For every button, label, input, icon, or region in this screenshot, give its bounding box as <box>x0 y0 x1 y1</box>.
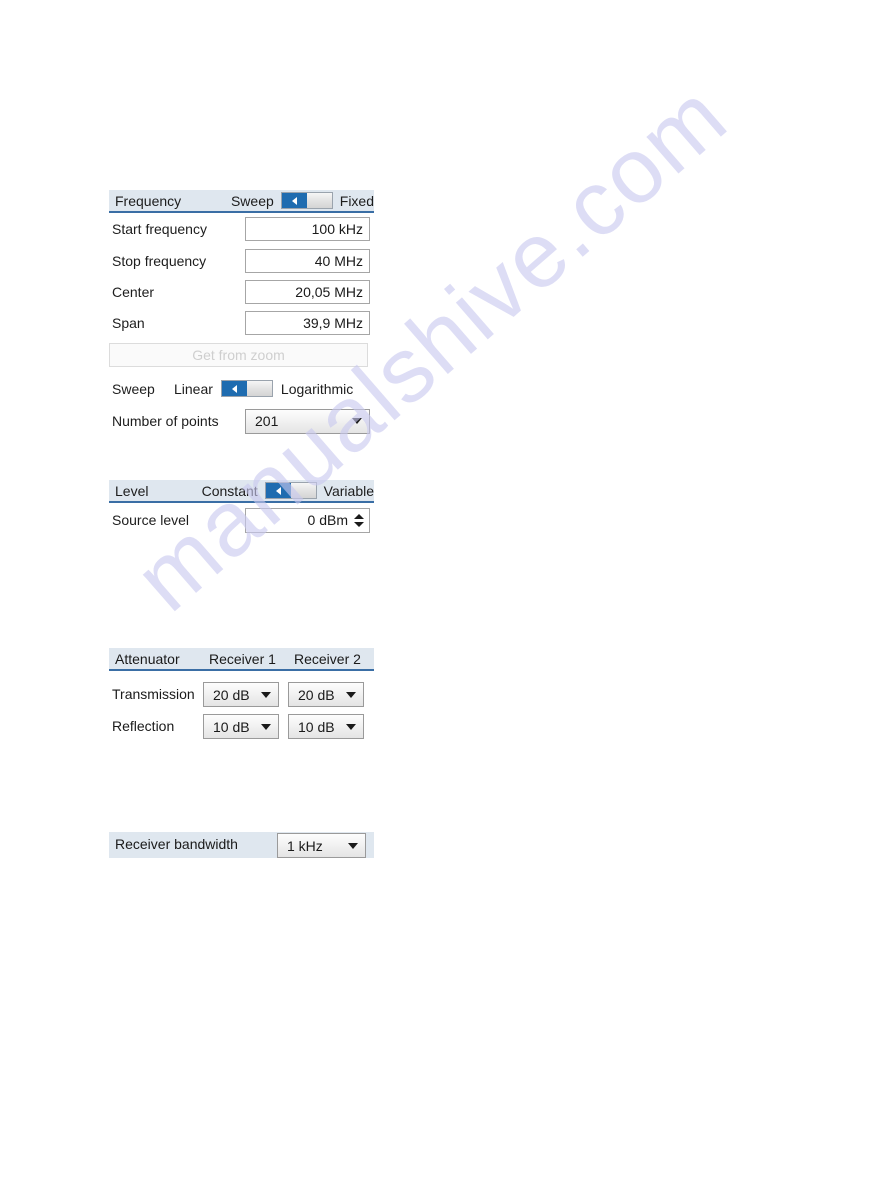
center-frequency-input[interactable]: 20,05 MHz <box>245 279 370 304</box>
level-mode-toggle-group: Constant Variable <box>202 482 374 499</box>
chevron-down-icon <box>346 691 356 698</box>
get-from-zoom-row: Get from zoom <box>109 338 374 372</box>
stop-frequency-input[interactable]: 40 MHz <box>245 248 370 273</box>
level-mode-toggle[interactable] <box>264 482 317 499</box>
start-frequency-input[interactable]: 100 kHz <box>245 217 370 241</box>
number-of-points-row: Number of points 201 <box>109 405 374 437</box>
toggle-track <box>246 381 272 396</box>
frequency-section-header: Frequency Sweep Fixed <box>109 190 374 213</box>
frequency-section: Frequency Sweep Fixed Start frequency 10… <box>109 190 374 437</box>
sweep-type-label: Sweep <box>112 380 155 397</box>
level-mode-left-label: Constant <box>201 482 258 499</box>
span-row: Span 39,9 MHz <box>109 307 374 338</box>
attenuator-column-receiver-1: Receiver 1 <box>209 651 276 667</box>
source-level-row: Source level 0 dBm <box>109 503 374 537</box>
center-frequency-label: Center <box>112 283 155 300</box>
attenuator-section-title: Attenuator <box>115 651 180 667</box>
attenuator-transmission-row: Transmission 20 dB 20 dB <box>109 680 374 712</box>
attenuator-reflection-label: Reflection <box>112 718 175 734</box>
stop-frequency-row: Stop frequency 40 MHz <box>109 245 374 276</box>
span-label: Span <box>112 314 145 331</box>
sweep-type-right-label: Logarithmic <box>280 380 354 397</box>
attenuator-column-receiver-2: Receiver 2 <box>294 651 361 667</box>
level-section-header: Level Constant Variable <box>109 480 374 503</box>
toggle-left-triangle-icon <box>231 384 237 393</box>
frequency-mode-toggle-group: Sweep Fixed <box>231 192 374 209</box>
start-frequency-row: Start frequency 100 kHz <box>109 213 374 245</box>
toggle-knob <box>281 193 307 208</box>
chevron-down-icon <box>348 842 358 849</box>
attenuator-transmission-receiver1-value: 20 dB <box>213 686 250 703</box>
chevron-down-icon <box>352 418 362 424</box>
toggle-left-triangle-icon <box>275 486 281 495</box>
attenuator-transmission-receiver1-dropdown[interactable]: 20 dB <box>203 682 279 707</box>
toggle-knob <box>265 483 291 498</box>
receiver-bandwidth-dropdown[interactable]: 1 kHz <box>277 833 366 858</box>
sweep-type-left-label: Linear <box>174 380 213 397</box>
stop-frequency-label: Stop frequency <box>112 252 207 269</box>
toggle-track <box>290 483 316 498</box>
attenuator-section: Attenuator Receiver 1 Receiver 2 Transmi… <box>109 648 374 744</box>
toggle-left-triangle-icon <box>291 196 297 205</box>
level-section-title: Level <box>115 482 149 499</box>
toggle-track <box>306 193 332 208</box>
attenuator-reflection-receiver2-dropdown[interactable]: 10 dB <box>288 714 364 739</box>
attenuator-reflection-receiver1-value: 10 dB <box>213 718 250 735</box>
settings-page: Frequency Sweep Fixed Start frequency 10… <box>0 0 893 1188</box>
frequency-mode-left-label: Sweep <box>230 192 274 209</box>
frequency-mode-toggle[interactable] <box>280 192 333 209</box>
attenuator-section-header: Attenuator Receiver 1 Receiver 2 <box>109 648 374 671</box>
level-section: Level Constant Variable Source level 0 d… <box>109 480 374 537</box>
center-frequency-row: Center 20,05 MHz <box>109 276 374 307</box>
attenuator-transmission-label: Transmission <box>112 686 195 702</box>
attenuator-transmission-receiver2-dropdown[interactable]: 20 dB <box>288 682 364 707</box>
sweep-type-toggle[interactable] <box>220 380 273 397</box>
attenuator-reflection-receiver2-value: 10 dB <box>298 718 335 735</box>
frequency-section-title: Frequency <box>115 192 182 209</box>
source-level-label: Source level <box>112 512 190 528</box>
sweep-type-row: Sweep Linear Logarithmic <box>109 372 374 405</box>
get-from-zoom-button[interactable]: Get from zoom <box>109 343 368 367</box>
attenuator-transmission-receiver2-value: 20 dB <box>298 686 335 703</box>
chevron-down-icon <box>261 691 271 698</box>
receiver-bandwidth-label: Receiver bandwidth <box>115 836 238 852</box>
attenuator-reflection-receiver1-dropdown[interactable]: 10 dB <box>203 714 279 739</box>
receiver-bandwidth-section: Receiver bandwidth 1 kHz <box>109 832 374 858</box>
start-frequency-label: Start frequency <box>112 221 207 237</box>
number-of-points-value: 201 <box>255 413 279 429</box>
attenuator-reflection-row: Reflection 10 dB 10 dB <box>109 712 374 744</box>
source-level-value: 0 dBm <box>307 512 348 528</box>
spinner-up-down-icon[interactable] <box>354 513 364 527</box>
number-of-points-dropdown[interactable]: 201 <box>245 408 370 434</box>
toggle-knob <box>221 381 247 396</box>
chevron-down-icon <box>261 723 271 730</box>
frequency-mode-right-label: Fixed <box>339 192 374 209</box>
span-input[interactable]: 39,9 MHz <box>245 310 370 335</box>
level-mode-right-label: Variable <box>323 482 374 499</box>
spinner-down-icon[interactable] <box>354 521 364 527</box>
receiver-bandwidth-row: Receiver bandwidth 1 kHz <box>109 832 374 858</box>
spinner-up-icon[interactable] <box>354 513 364 519</box>
chevron-down-icon <box>346 723 356 730</box>
source-level-stepper[interactable]: 0 dBm <box>245 507 370 533</box>
receiver-bandwidth-value: 1 kHz <box>287 837 323 854</box>
number-of-points-label: Number of points <box>112 413 219 429</box>
